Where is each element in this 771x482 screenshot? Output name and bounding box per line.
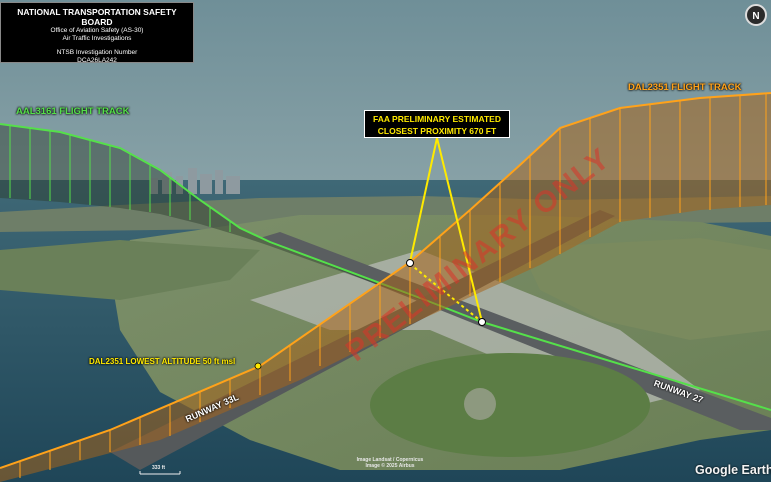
map-attribution: Image Landsat / Copernicus Image © 2025 … (350, 457, 430, 469)
attribution-line-2: Image © 2025 Airbus (365, 463, 415, 469)
closest-proximity-callout: FAA PRELIMINARY ESTIMATED CLOSEST PROXIM… (364, 110, 510, 138)
division-name: Air Traffic Investigations (62, 35, 132, 42)
agency-title: NATIONAL TRANSPORTATION SAFETY BOARD (17, 7, 177, 27)
aal3161-track-label: AAL3161 FLIGHT TRACK (16, 106, 130, 117)
scale-label: 333 ft (152, 465, 166, 471)
compass-north-label: N (752, 11, 760, 22)
compass-icon[interactable]: N (745, 4, 767, 26)
office-name: Office of Aviation Safety (AS-30) (50, 27, 144, 34)
investigation-number: DCA26LA242 (77, 57, 117, 64)
callout-line-1: FAA PRELIMINARY ESTIMATED (373, 114, 501, 124)
aal3161-closest-point (478, 318, 486, 326)
field-marker (464, 388, 496, 420)
lowest-altitude-point (254, 362, 262, 370)
dal2351-closest-point (406, 259, 414, 267)
google-earth-logo: Google Earth (695, 463, 771, 477)
callout-line-2: CLOSEST PROXIMITY 670 FT (377, 126, 497, 136)
ntsb-header-box: NATIONAL TRANSPORTATION SAFETY BOARD Off… (0, 2, 194, 64)
dal2351-track-label: DAL2351 FLIGHT TRACK (628, 82, 742, 93)
lowest-altitude-label: DAL2351 LOWEST ALTITUDE 50 ft msl (89, 357, 236, 366)
map-scene (0, 0, 771, 482)
investigation-label: NTSB Investigation Number (56, 49, 138, 56)
green-field (370, 353, 650, 457)
